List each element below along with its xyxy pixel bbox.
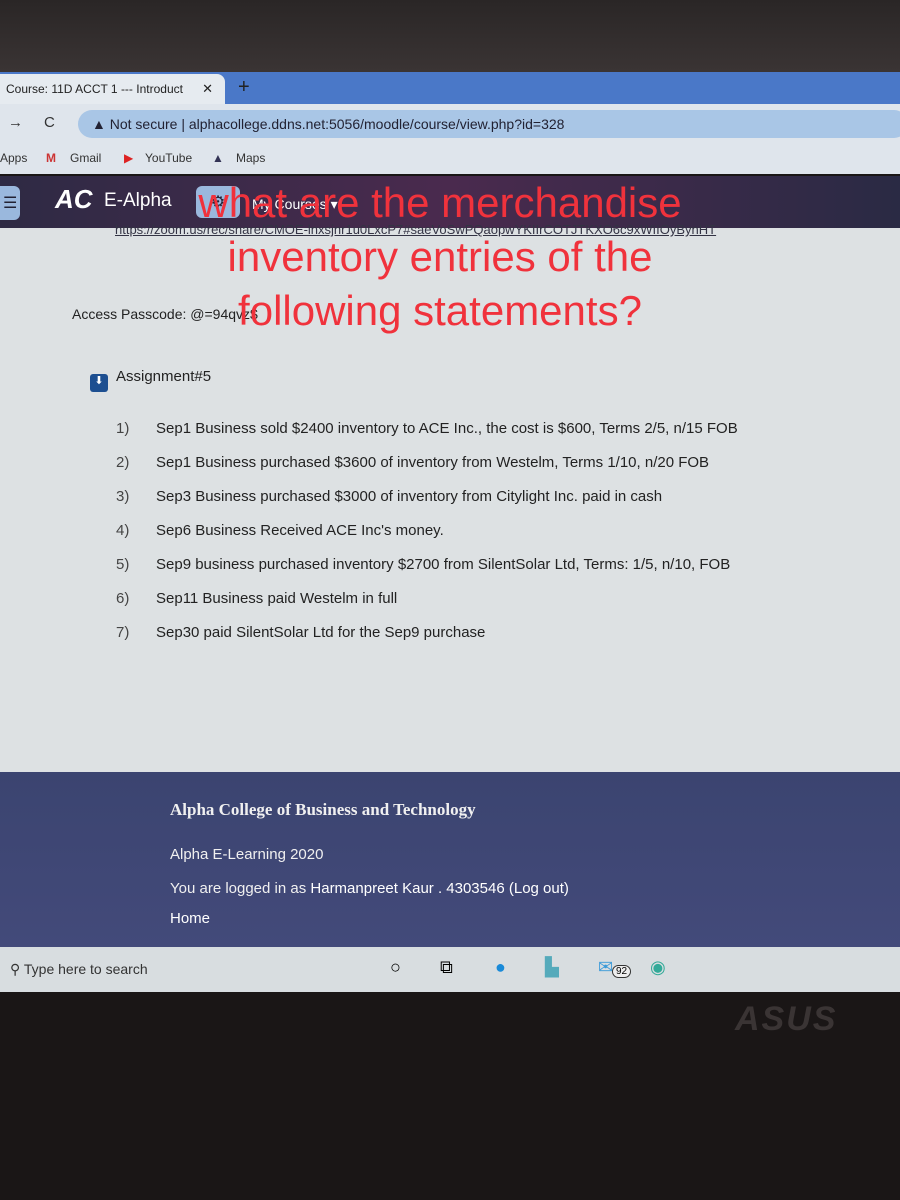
close-tab-icon[interactable]: ✕ <box>202 81 213 97</box>
chrome-icon[interactable]: ◉ <box>650 957 666 978</box>
gear-icon[interactable]: ⚙ <box>196 186 240 218</box>
zoom-recording-link[interactable]: https://zoom.us/rec/share/CMOE-lnxsjnr1u… <box>115 222 900 237</box>
home-link[interactable]: Home <box>170 910 210 927</box>
asus-logo: ASUS <box>735 1000 838 1038</box>
url-text: alphacollege.ddns.net:5056/moodle/course… <box>188 116 565 132</box>
bookmark-youtube[interactable]: YouTube <box>145 151 192 165</box>
youtube-icon: ▶ <box>124 151 134 165</box>
tab-title: Course: 11D ACCT 1 --- Introduct <box>6 82 183 96</box>
item-number: 1) <box>116 420 130 437</box>
gmail-icon: M <box>46 151 56 165</box>
assignment-label: Assignment#5 <box>116 368 212 385</box>
page-footer: Alpha College of Business and Technology… <box>0 772 900 947</box>
college-name: Alpha College of Business and Technology <box>170 800 476 819</box>
list-item: 1) Sep1 Business sold $2400 inventory to … <box>116 420 738 454</box>
list-item: 4) Sep6 Business Received ACE Inc's money… <box>116 522 738 556</box>
item-number: 3) <box>116 488 130 505</box>
list-item: 6) Sep11 Business paid Westelm in full <box>116 590 738 624</box>
search-placeholder: Type here to search <box>23 961 148 977</box>
item-text: Sep3 Business purchased $3000 of invento… <box>156 488 663 505</box>
item-text: Sep1 Business sold $2400 inventory to AC… <box>156 420 738 437</box>
item-text: Sep11 Business paid Westelm in full <box>156 590 398 607</box>
item-text: Sep9 business purchased inventory $2700 … <box>156 556 731 573</box>
new-tab-button[interactable]: + <box>238 76 250 99</box>
mail-icon[interactable]: ✉ <box>598 957 613 978</box>
item-number: 6) <box>116 590 130 607</box>
task-view-icon[interactable]: ⧉ <box>440 957 453 978</box>
access-passcode: Access Passcode: @=94qvz$ <box>72 306 258 322</box>
security-indicator[interactable]: ▲ Not secure <box>92 116 177 132</box>
forward-button[interactable]: → <box>8 114 23 131</box>
elearning-label: Alpha E-Learning 2020 <box>170 846 324 863</box>
taskbar-search[interactable]: ⚲ Type here to search <box>10 961 148 978</box>
list-item: 2) Sep1 Business purchased $3600 of inven… <box>116 454 738 488</box>
mail-badge: 92 <box>612 965 632 978</box>
cortana-icon[interactable]: ○ <box>390 957 401 978</box>
url-input[interactable]: ▲ Not secure | alphacollege.ddns.net:505… <box>78 110 900 138</box>
address-bar-row: → C ▲ Not secure | alphacollege.ddns.net… <box>0 104 900 144</box>
course-content: https://zoom.us/rec/share/CMOE-lnxsjnr1u… <box>0 222 900 772</box>
list-item: 3) Sep3 Business purchased $3000 of inven… <box>116 488 738 522</box>
browser-tab[interactable]: Course: 11D ACCT 1 --- Introduct ✕ <box>0 74 225 104</box>
item-number: 5) <box>116 556 130 573</box>
site-name[interactable]: E-Alpha <box>104 190 172 212</box>
my-courses-menu[interactable]: My Courses ▾ <box>252 196 338 213</box>
search-icon: ⚲ <box>10 961 24 977</box>
screen-bezel <box>0 0 900 72</box>
bookmark-maps[interactable]: Maps <box>236 151 265 165</box>
edge-icon[interactable]: ● <box>495 957 506 978</box>
item-number: 4) <box>116 522 130 539</box>
file-explorer-icon[interactable]: ▙ <box>545 957 559 978</box>
bookmark-apps[interactable]: Apps <box>0 151 27 165</box>
item-text: Sep1 Business purchased $3600 of invento… <box>156 454 710 471</box>
bookmarks-bar: Apps M Gmail ▶ YouTube ▲ Maps <box>0 144 900 174</box>
maps-icon: ▲ <box>212 151 224 165</box>
tab-bar: Course: 11D ACCT 1 --- Introduct ✕ + <box>0 72 900 104</box>
item-text: Sep30 paid SilentSolar Ltd for the Sep9 … <box>156 624 486 641</box>
logout-link[interactable]: (Log out) <box>509 880 569 897</box>
logged-in-text: You are logged in as <box>170 880 311 897</box>
bookmark-gmail[interactable]: Gmail <box>70 151 101 165</box>
item-number: 7) <box>116 624 130 641</box>
user-profile-link[interactable]: Harmanpreet Kaur . 4303546 <box>310 880 504 897</box>
list-item: 7) Sep30 paid SilentSolar Ltd for the Sep… <box>116 624 738 658</box>
menu-icon[interactable]: ☰ <box>0 186 20 220</box>
moodle-navbar: ☰ AC E-Alpha ⚙ My Courses ▾ <box>0 176 900 228</box>
item-text: Sep6 Business Received ACE Inc's money. <box>156 522 444 539</box>
assignment-download-icon: ⬇ <box>90 374 108 392</box>
item-number: 2) <box>116 454 130 471</box>
list-item: 5) Sep9 business purchased inventory $270… <box>116 556 738 590</box>
assignment-link[interactable]: ⬇ Assignment#5 <box>90 368 211 392</box>
statement-list: 1) Sep1 Business sold $2400 inventory to … <box>116 420 738 658</box>
windows-taskbar: ⚲ Type here to search ○ ⧉ ● ▙ ✉ 92 ◉ <box>0 947 900 992</box>
reload-button[interactable]: C <box>44 114 55 131</box>
logo[interactable]: AC <box>55 184 93 215</box>
